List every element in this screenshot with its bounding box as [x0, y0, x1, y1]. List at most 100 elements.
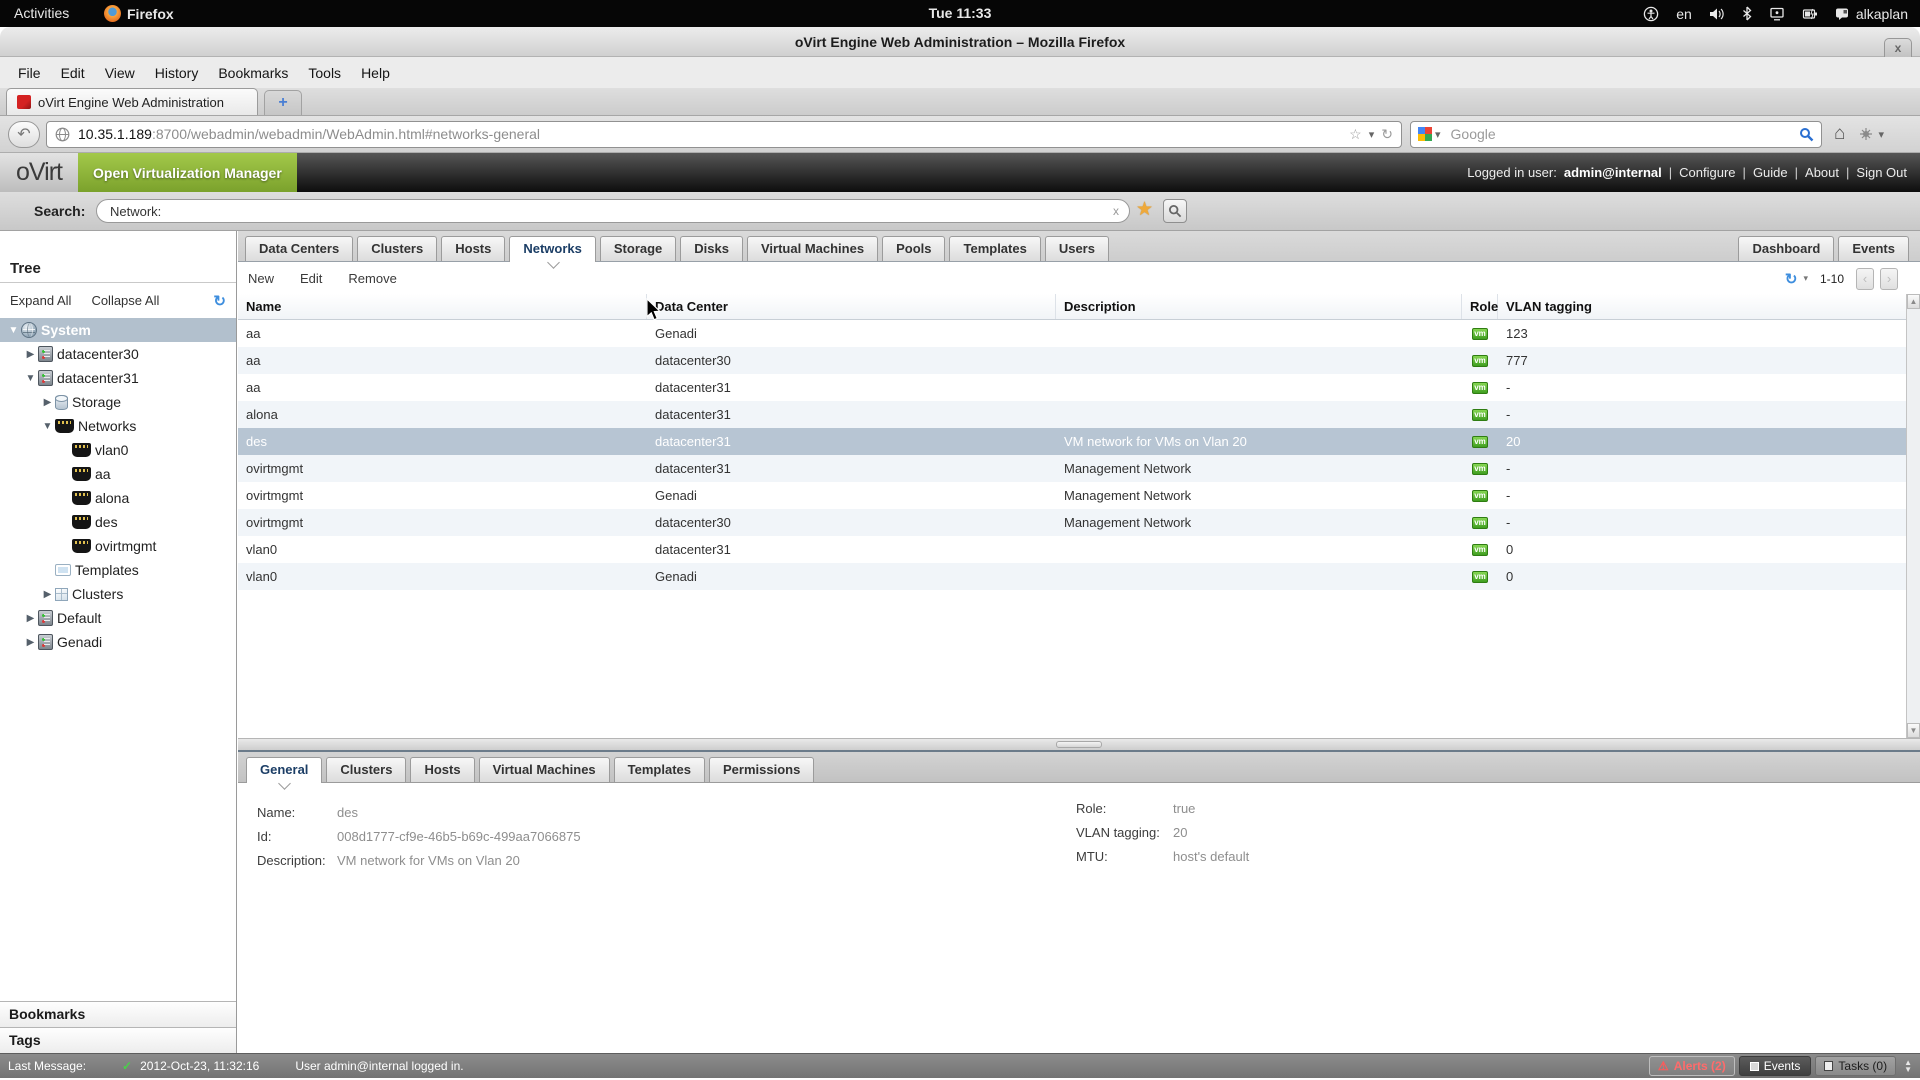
tree-item-ovirtmgmt[interactable]: ovirtmgmt — [0, 534, 236, 558]
tasks-button[interactable]: Tasks (0) — [1815, 1056, 1896, 1076]
tab-events[interactable]: Events — [1838, 236, 1909, 261]
tab-pools[interactable]: Pools — [882, 236, 945, 261]
refresh-icon[interactable]: ↻ — [1785, 270, 1798, 288]
display-icon[interactable] — [1769, 7, 1785, 21]
tree-item-genadi[interactable]: ▶Genadi — [0, 630, 236, 654]
url-bar[interactable]: 10.35.1.189 :8700/webadmin/webadmin/WebA… — [46, 121, 1402, 148]
tree-item-clusters[interactable]: ▶Clusters — [0, 582, 236, 606]
status-spinner[interactable]: ▲ ▼ — [1904, 1059, 1912, 1073]
tab-clusters[interactable]: Clusters — [357, 236, 437, 261]
header-link-configure[interactable]: Configure — [1679, 165, 1735, 180]
tree-item-alona[interactable]: alona — [0, 486, 236, 510]
tree-item-datacenter31[interactable]: ▼datacenter31 — [0, 366, 236, 390]
tree-item-aa[interactable]: aa — [0, 462, 236, 486]
column-header-role[interactable]: Role — [1462, 294, 1498, 319]
tab-dashboard[interactable]: Dashboard — [1738, 236, 1834, 261]
menu-edit[interactable]: Edit — [51, 60, 95, 86]
column-header-description[interactable]: Description — [1056, 294, 1462, 319]
collapse-arrow-icon[interactable]: ▼ — [40, 421, 55, 432]
bluetooth-icon[interactable] — [1742, 6, 1752, 21]
tab-hosts[interactable]: Hosts — [441, 236, 505, 261]
table-row[interactable]: aadatacenter31vm- — [238, 374, 1906, 401]
reload-icon[interactable]: ↻ — [1381, 126, 1393, 143]
battery-icon[interactable] — [1802, 7, 1818, 21]
expand-arrow-icon[interactable]: ▶ — [40, 397, 55, 408]
column-header-vlan-tagging[interactable]: VLAN tagging — [1498, 294, 1906, 319]
sidebar-section-bookmarks[interactable]: Bookmarks — [0, 1001, 236, 1027]
tree-item-storage[interactable]: ▶Storage — [0, 390, 236, 414]
scroll-up-icon[interactable]: ▲ — [1907, 294, 1920, 309]
prev-page-button[interactable]: ‹ — [1856, 268, 1874, 290]
window-close-button[interactable]: x — [1884, 38, 1912, 57]
tab-disks[interactable]: Disks — [680, 236, 743, 261]
grid-scrollbar[interactable]: ▲ ▼ — [1906, 294, 1920, 738]
tree-item-templates[interactable]: Templates — [0, 558, 236, 582]
tab-users[interactable]: Users — [1045, 236, 1109, 261]
toolbar-extra[interactable]: ▾ — [1859, 127, 1884, 141]
menu-view[interactable]: View — [95, 60, 145, 86]
menu-history[interactable]: History — [145, 60, 209, 86]
menu-tools[interactable]: Tools — [298, 60, 351, 86]
table-row[interactable]: ovirtmgmtGenadiManagement Networkvm- — [238, 482, 1906, 509]
tab-data-centers[interactable]: Data Centers — [245, 236, 353, 261]
user-menu[interactable]: alkaplan — [1835, 6, 1908, 22]
tree-item-datacenter30[interactable]: ▶datacenter30 — [0, 342, 236, 366]
clock[interactable]: Tue 11:33 — [0, 0, 1920, 27]
refresh-dropdown-icon[interactable]: ▾ — [1803, 273, 1808, 284]
detail-tab-templates[interactable]: Templates — [614, 757, 705, 782]
clear-search-icon[interactable]: x — [1113, 204, 1119, 218]
table-row[interactable]: vlan0Genadivm0 — [238, 563, 1906, 590]
tree-item-networks[interactable]: ▼Networks — [0, 414, 236, 438]
detail-tab-clusters[interactable]: Clusters — [326, 757, 406, 782]
back-button[interactable]: ↶ — [8, 121, 40, 148]
expand-all-button[interactable]: Expand All — [10, 293, 71, 308]
tree-item-system[interactable]: ▼System — [0, 318, 236, 342]
scroll-down-icon[interactable]: ▼ — [1907, 723, 1920, 738]
browser-tab[interactable]: oVirt Engine Web Administration — [6, 88, 258, 115]
menu-file[interactable]: File — [8, 60, 51, 86]
sidebar-section-tags[interactable]: Tags — [0, 1027, 236, 1053]
detail-tab-virtual-machines[interactable]: Virtual Machines — [479, 757, 610, 782]
detail-tab-general[interactable]: General — [246, 757, 322, 783]
tree-refresh-icon[interactable]: ↻ — [213, 292, 226, 310]
expand-arrow-icon[interactable]: ▶ — [23, 613, 38, 624]
header-link-guide[interactable]: Guide — [1753, 165, 1788, 180]
search-button[interactable] — [1163, 199, 1187, 223]
expand-arrow-icon[interactable]: ▶ — [40, 589, 55, 600]
menu-help[interactable]: Help — [351, 60, 400, 86]
table-row[interactable]: aadatacenter30vm777 — [238, 347, 1906, 374]
tree-item-default[interactable]: ▶Default — [0, 606, 236, 630]
tree-item-des[interactable]: des — [0, 510, 236, 534]
next-page-button[interactable]: › — [1880, 268, 1898, 290]
bookmark-star-icon[interactable]: ☆ — [1349, 126, 1362, 143]
table-row[interactable]: ovirtmgmtdatacenter31Management Networkv… — [238, 455, 1906, 482]
accessibility-icon[interactable] — [1643, 6, 1659, 22]
column-header-name[interactable]: Name — [238, 294, 647, 319]
table-row[interactable]: aaGenadivm123 — [238, 320, 1906, 347]
table-row[interactable]: alonadatacenter31vm- — [238, 401, 1906, 428]
table-row[interactable]: vlan0datacenter31vm0 — [238, 536, 1906, 563]
volume-icon[interactable] — [1709, 7, 1725, 21]
new-tab-button[interactable]: + — [264, 90, 302, 115]
table-row[interactable]: ovirtmgmtdatacenter30Management Networkv… — [238, 509, 1906, 536]
bookmark-search-icon[interactable]: ★ — [1136, 198, 1153, 221]
browser-search-box[interactable]: ▾ Google — [1410, 121, 1822, 148]
table-row[interactable]: desdatacenter31VM network for VMs on Vla… — [238, 428, 1906, 455]
header-link-sign-out[interactable]: Sign Out — [1856, 165, 1907, 180]
new-button[interactable]: New — [248, 271, 274, 286]
header-link-about[interactable]: About — [1805, 165, 1839, 180]
tab-templates[interactable]: Templates — [949, 236, 1040, 261]
collapse-arrow-icon[interactable]: ▼ — [23, 373, 38, 384]
remove-button[interactable]: Remove — [348, 271, 396, 286]
search-go-icon[interactable] — [1799, 127, 1814, 142]
search-input[interactable]: Network: x — [96, 199, 1130, 223]
tree-item-vlan0[interactable]: vlan0 — [0, 438, 236, 462]
edit-button[interactable]: Edit — [300, 271, 322, 286]
home-icon[interactable]: ⌂ — [1834, 123, 1845, 145]
column-header-data-center[interactable]: Data Center — [647, 294, 1056, 319]
alerts-button[interactable]: ⚠ Alerts (2) — [1649, 1056, 1735, 1076]
detail-tab-permissions[interactable]: Permissions — [709, 757, 814, 782]
collapse-all-button[interactable]: Collapse All — [91, 293, 159, 308]
collapse-arrow-icon[interactable]: ▼ — [6, 325, 21, 336]
spin-down-icon[interactable]: ▼ — [1904, 1066, 1912, 1073]
